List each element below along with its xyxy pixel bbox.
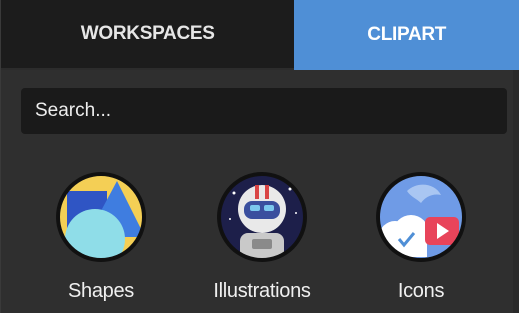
- tab-clipart[interactable]: CLIPART: [294, 0, 519, 70]
- search-box[interactable]: [21, 88, 507, 134]
- category-illustrations[interactable]: Illustrations: [197, 172, 327, 303]
- shapes-icon[interactable]: [56, 172, 146, 262]
- search-input[interactable]: [33, 99, 507, 123]
- category-label: Shapes: [67, 280, 135, 302]
- category-label: Icons: [397, 280, 445, 302]
- category-label: Illustrations: [213, 280, 311, 302]
- category-shapes[interactable]: Shapes: [36, 172, 166, 303]
- icons-collage-icon[interactable]: [376, 172, 466, 262]
- category-grid: Shapes Illustrations Icons: [1, 172, 519, 302]
- tab-workspaces[interactable]: WORKSPACES: [1, 0, 295, 70]
- clipart-panel: WORKSPACES CLIPART Shapes: [0, 0, 519, 313]
- scrollbar[interactable]: [513, 70, 519, 313]
- tab-bar: WORKSPACES CLIPART: [1, 0, 519, 70]
- category-icons[interactable]: Icons: [356, 172, 486, 303]
- astronaut-icon[interactable]: [217, 172, 307, 262]
